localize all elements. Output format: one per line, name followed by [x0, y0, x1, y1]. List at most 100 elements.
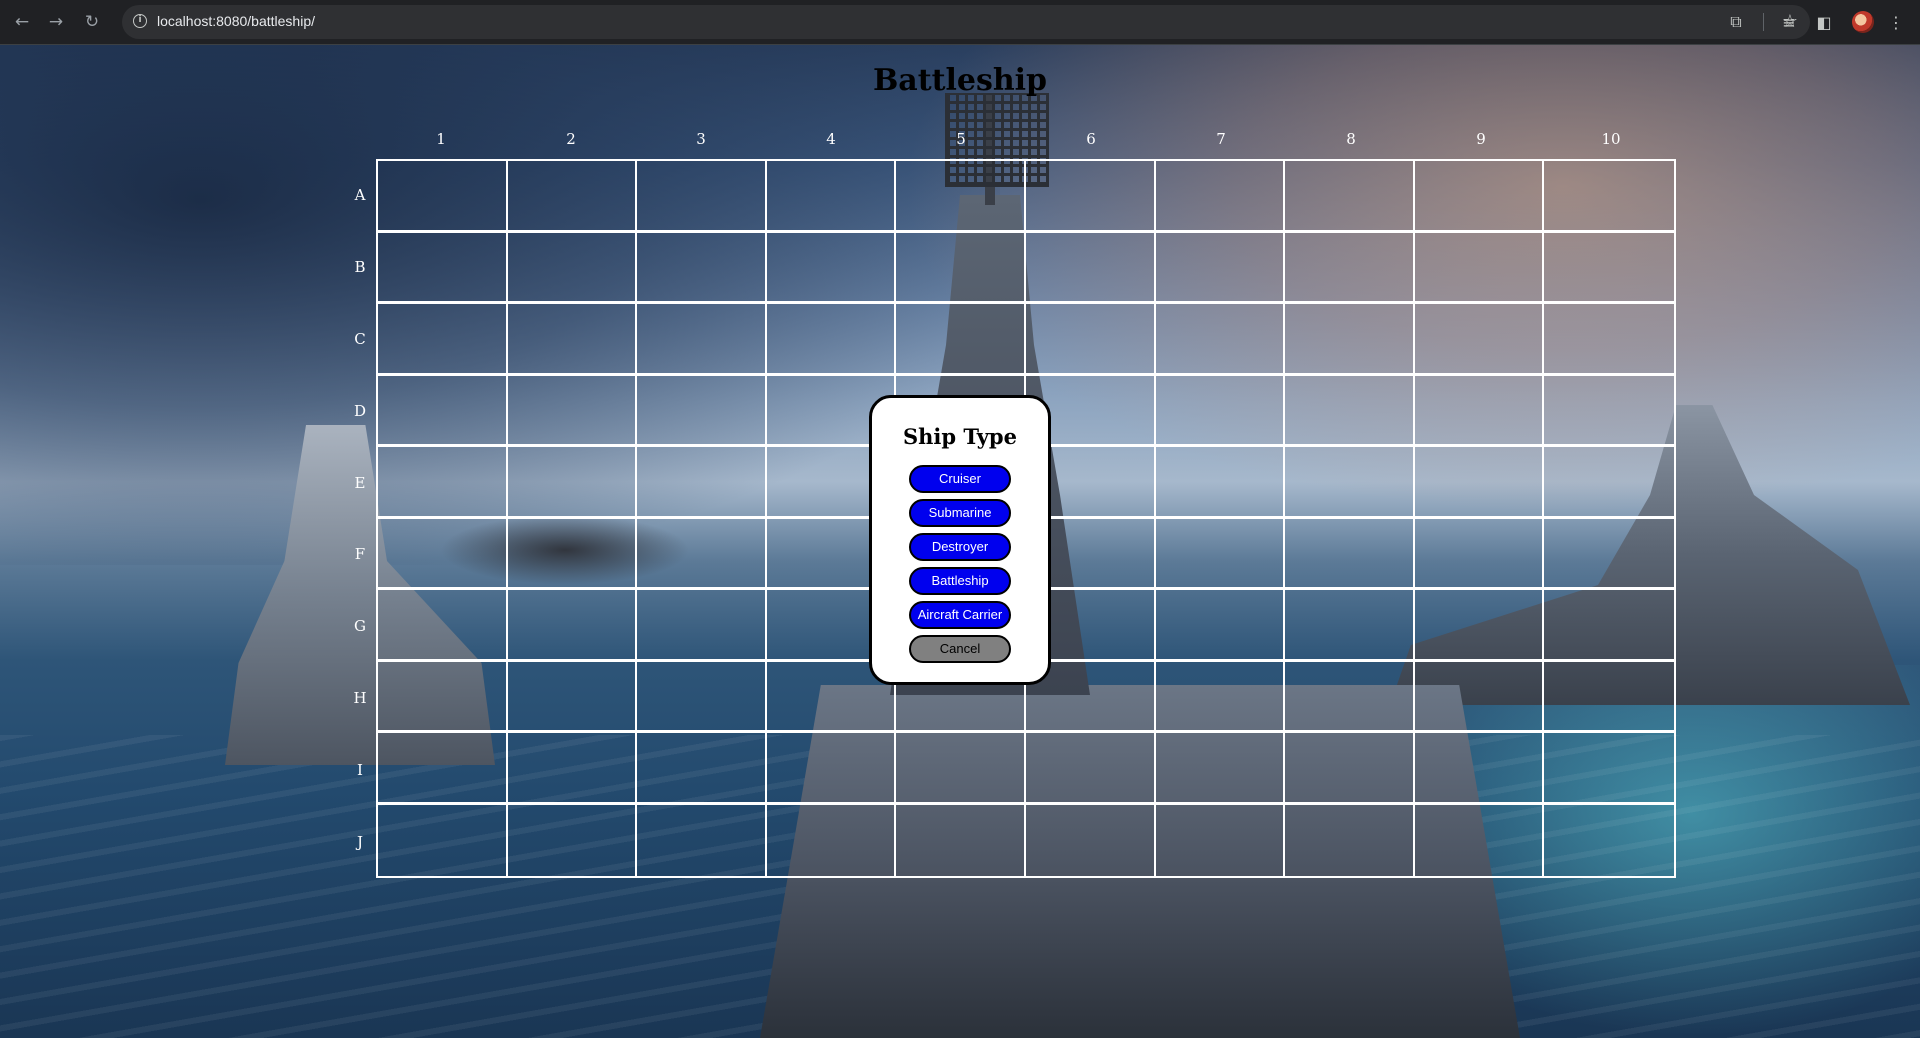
board-cell-d1[interactable] [378, 375, 508, 447]
board-cell-b8[interactable] [1285, 232, 1415, 304]
board-cell-b7[interactable] [1155, 232, 1286, 304]
board-cell-d2[interactable] [507, 375, 638, 447]
board-cell-c4[interactable] [766, 304, 897, 376]
back-button[interactable]: ← [10, 10, 34, 34]
board-cell-i2[interactable] [507, 733, 638, 805]
board-cell-i4[interactable] [766, 733, 897, 805]
board-cell-c6[interactable] [1026, 304, 1156, 376]
board-cell-b10[interactable] [1544, 233, 1674, 304]
board-cell-a10[interactable] [1544, 161, 1674, 233]
board-cell-f2[interactable] [507, 518, 638, 590]
menu-button[interactable]: ⋮ [1884, 10, 1908, 34]
board-cell-i9[interactable] [1414, 733, 1545, 805]
board-cell-b3[interactable] [637, 232, 767, 304]
board-cell-i5[interactable] [896, 733, 1026, 805]
board-cell-e3[interactable] [637, 447, 767, 519]
reload-button[interactable]: ↻ [80, 10, 104, 34]
board-cell-e9[interactable] [1414, 447, 1545, 519]
board-cell-f7[interactable] [1155, 518, 1286, 590]
board-cell-h2[interactable] [507, 661, 638, 733]
board-cell-e8[interactable] [1285, 447, 1415, 519]
board-cell-a6[interactable] [1026, 161, 1156, 233]
board-cell-d3[interactable] [637, 375, 767, 447]
board-cell-j2[interactable] [508, 804, 638, 876]
board-cell-e2[interactable] [507, 447, 638, 519]
board-cell-b6[interactable] [1026, 232, 1156, 304]
board-cell-a8[interactable] [1285, 161, 1415, 233]
board-cell-d9[interactable] [1414, 375, 1545, 447]
board-cell-a2[interactable] [507, 161, 638, 233]
board-cell-c3[interactable] [637, 304, 767, 376]
ship-option-submarine-button[interactable]: Submarine [909, 499, 1011, 527]
board-cell-a9[interactable] [1414, 161, 1545, 233]
board-cell-h8[interactable] [1285, 661, 1415, 733]
forward-button[interactable]: → [44, 10, 68, 34]
board-cell-h3[interactable] [637, 661, 767, 733]
board-cell-i6[interactable] [1026, 733, 1156, 805]
board-cell-c7[interactable] [1155, 304, 1286, 376]
board-cell-b9[interactable] [1414, 232, 1545, 304]
board-cell-i1[interactable] [378, 733, 508, 805]
board-cell-b5[interactable] [896, 232, 1026, 304]
board-cell-f3[interactable] [637, 518, 767, 590]
media-button[interactable]: ≡ [1777, 10, 1801, 34]
board-cell-f1[interactable] [378, 518, 508, 590]
board-cell-b2[interactable] [507, 232, 638, 304]
ship-option-cruiser-button[interactable]: Cruiser [909, 465, 1011, 493]
board-cell-d7[interactable] [1155, 375, 1286, 447]
board-cell-g7[interactable] [1155, 590, 1286, 662]
url-text[interactable]: localhost:8080/battleship/ [157, 13, 315, 29]
board-cell-j3[interactable] [637, 804, 767, 876]
board-cell-j6[interactable] [1026, 804, 1156, 876]
board-cell-e1[interactable] [378, 447, 508, 519]
board-cell-i8[interactable] [1285, 733, 1415, 805]
board-cell-g3[interactable] [637, 590, 767, 662]
board-cell-a1[interactable] [378, 161, 508, 233]
info-icon[interactable]: i [133, 14, 147, 28]
board-cell-j10[interactable] [1544, 805, 1674, 877]
board-cell-h9[interactable] [1414, 661, 1545, 733]
board-cell-h7[interactable] [1155, 661, 1286, 733]
board-cell-c10[interactable] [1544, 304, 1674, 376]
board-cell-e10[interactable] [1544, 447, 1674, 519]
board-cell-i10[interactable] [1544, 733, 1674, 805]
board-cell-a7[interactable] [1155, 161, 1286, 233]
board-cell-j5[interactable] [896, 804, 1026, 876]
ship-option-aircraft-carrier-button[interactable]: Aircraft Carrier [909, 601, 1011, 629]
board-cell-a5[interactable] [896, 161, 1026, 233]
board-cell-h10[interactable] [1544, 662, 1674, 733]
board-cell-d8[interactable] [1285, 375, 1415, 447]
address-bar[interactable]: i localhost:8080/battleship/ ☆ [122, 5, 1810, 39]
board-cell-c2[interactable] [507, 304, 638, 376]
board-cell-j1[interactable] [378, 804, 508, 876]
board-cell-d10[interactable] [1544, 376, 1674, 447]
board-cell-e7[interactable] [1155, 447, 1286, 519]
board-cell-j8[interactable] [1285, 804, 1415, 876]
board-cell-c8[interactable] [1285, 304, 1415, 376]
board-cell-a3[interactable] [637, 161, 767, 233]
board-cell-g10[interactable] [1544, 590, 1674, 662]
board-cell-g2[interactable] [507, 590, 638, 662]
board-cell-i3[interactable] [637, 733, 767, 805]
board-cell-b4[interactable] [766, 232, 897, 304]
board-cell-b1[interactable] [378, 232, 508, 304]
board-cell-f8[interactable] [1285, 518, 1415, 590]
side-panel-button[interactable]: ◧ [1812, 10, 1836, 34]
ship-option-battleship-button[interactable]: Battleship [909, 567, 1011, 595]
board-cell-j9[interactable] [1415, 804, 1545, 876]
board-cell-f9[interactable] [1414, 518, 1545, 590]
cancel-button[interactable]: Cancel [909, 635, 1011, 663]
board-cell-g9[interactable] [1414, 590, 1545, 662]
extensions-button[interactable]: ⧉ [1724, 10, 1748, 34]
ship-option-destroyer-button[interactable]: Destroyer [909, 533, 1011, 561]
board-cell-g8[interactable] [1285, 590, 1415, 662]
board-cell-f10[interactable] [1544, 519, 1674, 590]
board-cell-c1[interactable] [378, 304, 508, 376]
board-cell-c9[interactable] [1414, 304, 1545, 376]
board-cell-h1[interactable] [378, 661, 508, 733]
board-cell-g1[interactable] [378, 590, 508, 662]
board-cell-i7[interactable] [1155, 733, 1286, 805]
avatar[interactable] [1852, 11, 1874, 33]
board-cell-a4[interactable] [766, 161, 897, 233]
board-cell-j7[interactable] [1156, 804, 1286, 876]
